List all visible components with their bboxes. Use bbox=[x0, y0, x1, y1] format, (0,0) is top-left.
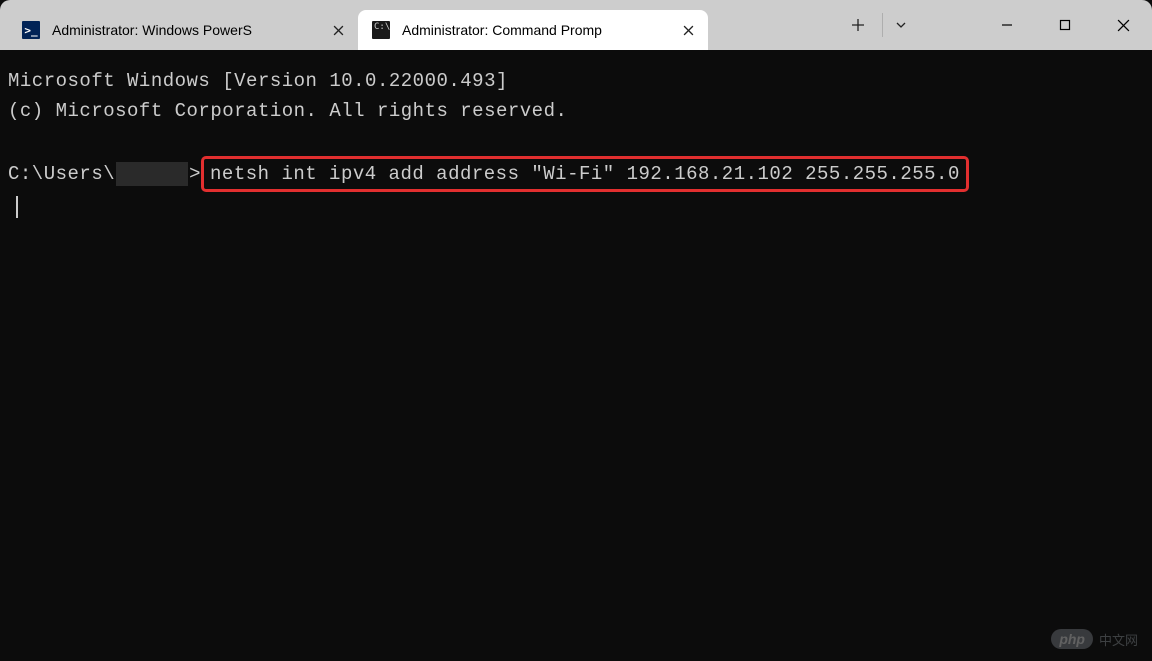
tab-dropdown-button[interactable] bbox=[882, 13, 918, 37]
terminal-output[interactable]: Microsoft Windows [Version 10.0.22000.49… bbox=[0, 50, 1152, 661]
watermark-text: 中文网 bbox=[1099, 630, 1138, 649]
text-cursor bbox=[16, 196, 18, 218]
maximize-button[interactable] bbox=[1036, 0, 1094, 50]
copyright-line: (c) Microsoft Corporation. All rights re… bbox=[8, 96, 1144, 126]
tab-strip: >_ Administrator: Windows PowerS C:\ Adm… bbox=[0, 0, 708, 50]
prompt-suffix: > bbox=[189, 159, 201, 189]
watermark: php 中文网 bbox=[1051, 629, 1138, 649]
prompt-prefix: C:\Users\ bbox=[8, 159, 115, 189]
prompt-line: C:\Users\ >netsh int ipv4 add address "Wi… bbox=[8, 156, 1144, 192]
powershell-icon: >_ bbox=[22, 21, 40, 39]
close-tab-button[interactable] bbox=[328, 20, 348, 40]
tab-title: Administrator: Windows PowerS bbox=[52, 22, 316, 38]
command-highlight: netsh int ipv4 add address "Wi-Fi" 192.1… bbox=[201, 156, 969, 192]
redacted-username bbox=[116, 162, 188, 186]
close-window-button[interactable] bbox=[1094, 0, 1152, 50]
toolbar-right bbox=[836, 0, 1152, 50]
cursor-line bbox=[8, 192, 1144, 222]
close-tab-button[interactable] bbox=[678, 20, 698, 40]
version-line: Microsoft Windows [Version 10.0.22000.49… bbox=[8, 66, 1144, 96]
new-tab-button[interactable] bbox=[836, 0, 880, 50]
php-badge-icon: php bbox=[1051, 629, 1093, 649]
window-controls bbox=[978, 0, 1152, 50]
tab-title: Administrator: Command Promp bbox=[402, 22, 666, 38]
titlebar: >_ Administrator: Windows PowerS C:\ Adm… bbox=[0, 0, 1152, 50]
minimize-button[interactable] bbox=[978, 0, 1036, 50]
tab-powershell[interactable]: >_ Administrator: Windows PowerS bbox=[8, 10, 358, 50]
tab-cmd[interactable]: C:\ Administrator: Command Promp bbox=[358, 10, 708, 50]
blank-line bbox=[8, 126, 1144, 156]
cmd-icon: C:\ bbox=[372, 21, 390, 39]
